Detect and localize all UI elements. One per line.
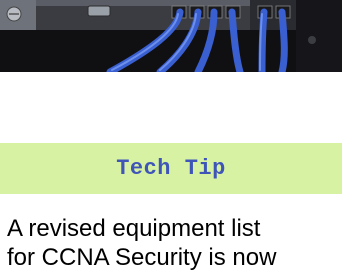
tech-tip-title: Tech Tip (116, 156, 226, 181)
article-text: A revised equipment list for CCNA Securi… (7, 214, 337, 272)
article-text-line-1: A revised equipment list (7, 215, 261, 242)
tech-tip-banner: Tech Tip (0, 143, 342, 194)
article-text-line-2: for CCNA Security is now (7, 244, 277, 271)
network-switch-photo (0, 0, 342, 72)
